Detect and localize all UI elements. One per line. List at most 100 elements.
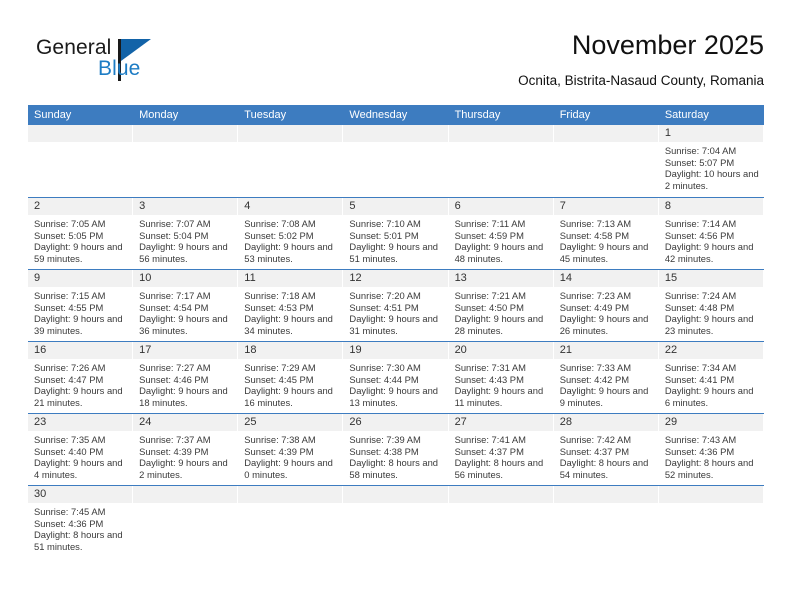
calendar-day-cell[interactable]: 11 Sunrise: 7:18 AM Sunset: 4:53 PM Dayligh… [238, 270, 344, 341]
daylight-duration: Daylight: 9 hours and 4 minutes. [34, 457, 123, 480]
day-sun-info: Sunrise: 7:30 AM Sunset: 4:44 PM Daylight:… [343, 359, 448, 412]
daylight-duration: Daylight: 9 hours and 11 minutes. [454, 385, 544, 408]
sunrise-time: Sunrise: 7:34 AM [664, 362, 737, 373]
day-sun-info: Sunrise: 7:17 AM Sunset: 4:54 PM Daylight:… [133, 287, 238, 340]
day-sun-info: Sunrise: 7:45 AM Sunset: 4:36 PM Daylight:… [28, 503, 133, 556]
calendar-day-cell[interactable]: 18 Sunrise: 7:29 AM Sunset: 4:45 PM Dayligh… [238, 342, 344, 413]
calendar-week-row: 1 Sunrise: 7:04 AM Sunset: 5:07 PM Daylight… [28, 125, 764, 197]
calendar-day-cell-empty [343, 125, 449, 197]
calendar-day-cell[interactable]: 15 Sunrise: 7:24 AM Sunset: 4:48 PM Dayligh… [658, 270, 764, 341]
day-sun-info: Sunrise: 7:04 AM Sunset: 5:07 PM Daylight:… [659, 142, 764, 195]
sunrise-time: Sunrise: 7:18 AM [244, 290, 316, 301]
day-sun-info: Sunrise: 7:31 AM Sunset: 4:43 PM Daylight:… [449, 359, 554, 412]
calendar-page: General Blue November 2025 Ocnita, Bistr… [0, 0, 792, 612]
sunset-time: Sunset: 4:55 PM [34, 301, 104, 313]
day-number: 20 [448, 342, 554, 359]
general-blue-logo[interactable]: General Blue [36, 36, 216, 92]
calendar-week-row: 23 Sunrise: 7:35 AM Sunset: 4:40 PM Dayligh… [28, 413, 764, 485]
day-sun-info: Sunrise: 7:24 AM Sunset: 4:48 PM Daylight:… [659, 287, 764, 340]
calendar-day-cell[interactable]: 23 Sunrise: 7:35 AM Sunset: 4:40 PM Dayligh… [28, 414, 134, 485]
calendar-day-cell[interactable]: 19 Sunrise: 7:30 AM Sunset: 4:44 PM Dayligh… [343, 342, 449, 413]
calendar-day-cell[interactable]: 22 Sunrise: 7:34 AM Sunset: 4:41 PM Dayligh… [658, 342, 764, 413]
day-number: 13 [448, 270, 554, 287]
sunrise-time: Sunrise: 7:04 AM [664, 145, 737, 156]
calendar-day-cell[interactable]: 20 Sunrise: 7:31 AM Sunset: 4:43 PM Dayligh… [448, 342, 554, 413]
sunrise-time: Sunrise: 7:38 AM [244, 434, 316, 445]
sunset-time: Sunset: 4:39 PM [139, 445, 209, 457]
calendar-day-cell[interactable]: 25 Sunrise: 7:38 AM Sunset: 4:39 PM Dayligh… [238, 414, 344, 485]
day-sun-info: Sunrise: 7:34 AM Sunset: 4:41 PM Daylight:… [659, 359, 764, 412]
logo-text-blue: Blue [98, 57, 141, 80]
daylight-duration: Daylight: 9 hours and 2 minutes. [139, 457, 228, 480]
calendar-day-cell[interactable]: 17 Sunrise: 7:27 AM Sunset: 4:46 PM Dayligh… [133, 342, 239, 413]
sunrise-time: Sunrise: 7:27 AM [139, 362, 211, 373]
calendar-day-cell[interactable]: 16 Sunrise: 7:26 AM Sunset: 4:47 PM Dayligh… [28, 342, 134, 413]
calendar-day-cell[interactable]: 24 Sunrise: 7:37 AM Sunset: 4:39 PM Dayligh… [133, 414, 239, 485]
calendar-day-cell[interactable]: 7 Sunrise: 7:13 AM Sunset: 4:58 PM Daylight… [553, 198, 659, 269]
sunset-time: Sunset: 4:58 PM [559, 229, 630, 241]
calendar-day-cell[interactable]: 8 Sunrise: 7:14 AM Sunset: 4:56 PM Daylight… [658, 198, 764, 269]
sunrise-time: Sunrise: 7:30 AM [349, 362, 421, 373]
calendar-day-cell[interactable]: 26 Sunrise: 7:39 AM Sunset: 4:38 PM Dayligh… [343, 414, 449, 485]
sunset-time: Sunset: 4:42 PM [559, 373, 630, 385]
sunset-time: Sunset: 4:59 PM [454, 229, 524, 241]
calendar-day-cell[interactable]: 12 Sunrise: 7:20 AM Sunset: 4:51 PM Dayligh… [343, 270, 449, 341]
day-number: 2 [28, 198, 134, 215]
day-number: 7 [553, 198, 659, 215]
sunrise-time: Sunrise: 7:35 AM [34, 434, 106, 445]
daylight-duration: Daylight: 8 hours and 52 minutes. [664, 457, 754, 480]
calendar-day-cell[interactable]: 13 Sunrise: 7:21 AM Sunset: 4:50 PM Dayligh… [448, 270, 554, 341]
sunset-time: Sunset: 4:37 PM [559, 445, 630, 457]
calendar-day-cell[interactable]: 5 Sunrise: 7:10 AM Sunset: 5:01 PM Daylight… [343, 198, 449, 269]
sunset-time: Sunset: 4:56 PM [664, 229, 735, 241]
calendar-day-cell[interactable]: 14 Sunrise: 7:23 AM Sunset: 4:49 PM Dayligh… [553, 270, 659, 341]
calendar-day-cell[interactable]: 6 Sunrise: 7:11 AM Sunset: 4:59 PM Daylight… [448, 198, 554, 269]
daylight-duration: Daylight: 10 hours and 2 minutes. [664, 168, 759, 191]
sunrise-time: Sunrise: 7:37 AM [139, 434, 211, 445]
calendar-day-cell[interactable]: 27 Sunrise: 7:41 AM Sunset: 4:37 PM Dayligh… [448, 414, 554, 485]
daylight-duration: Daylight: 8 hours and 51 minutes. [34, 529, 123, 552]
day-sun-info: Sunrise: 7:38 AM Sunset: 4:39 PM Daylight:… [238, 431, 343, 484]
calendar-day-cell[interactable]: 30 Sunrise: 7:45 AM Sunset: 4:36 PM Dayligh… [28, 486, 134, 565]
calendar-day-cell[interactable]: 28 Sunrise: 7:42 AM Sunset: 4:37 PM Dayligh… [553, 414, 659, 485]
sunset-time: Sunset: 4:40 PM [34, 445, 104, 457]
day-number [28, 125, 134, 142]
sunrise-time: Sunrise: 7:21 AM [454, 290, 526, 301]
daylight-duration: Daylight: 9 hours and 31 minutes. [349, 313, 439, 336]
day-number: 17 [133, 342, 239, 359]
sunrise-time: Sunrise: 7:15 AM [34, 290, 106, 301]
sunrise-time: Sunrise: 7:39 AM [349, 434, 421, 445]
day-number [238, 125, 344, 142]
day-sun-info: Sunrise: 7:41 AM Sunset: 4:37 PM Daylight:… [449, 431, 554, 484]
daylight-duration: Daylight: 8 hours and 58 minutes. [349, 457, 439, 480]
weekday-header-monday: Monday [139, 109, 179, 121]
day-sun-info: Sunrise: 7:10 AM Sunset: 5:01 PM Daylight:… [343, 215, 448, 268]
sunrise-time: Sunrise: 7:07 AM [139, 218, 211, 229]
calendar-day-cell[interactable]: 10 Sunrise: 7:17 AM Sunset: 4:54 PM Dayligh… [133, 270, 239, 341]
day-number: 18 [238, 342, 344, 359]
calendar-day-cell[interactable]: 2 Sunrise: 7:05 AM Sunset: 5:05 PM Daylight… [28, 198, 134, 269]
calendar-day-cell-empty [448, 125, 554, 197]
calendar-day-cell[interactable]: 9 Sunrise: 7:15 AM Sunset: 4:55 PM Daylight… [28, 270, 134, 341]
sunset-time: Sunset: 4:49 PM [559, 301, 630, 313]
sunset-time: Sunset: 4:53 PM [244, 301, 314, 313]
sunset-time: Sunset: 4:47 PM [34, 373, 104, 385]
calendar-day-cell[interactable]: 21 Sunrise: 7:33 AM Sunset: 4:42 PM Dayligh… [553, 342, 659, 413]
day-number: 12 [343, 270, 449, 287]
calendar-day-cell[interactable]: 1 Sunrise: 7:04 AM Sunset: 5:07 PM Daylight… [658, 125, 764, 197]
calendar-day-cell[interactable]: 29 Sunrise: 7:43 AM Sunset: 4:36 PM Dayligh… [658, 414, 764, 485]
sunset-time: Sunset: 4:51 PM [349, 301, 419, 313]
day-sun-info: Sunrise: 7:35 AM Sunset: 4:40 PM Daylight:… [28, 431, 133, 484]
calendar-day-cell[interactable]: 3 Sunrise: 7:07 AM Sunset: 5:04 PM Daylight… [133, 198, 239, 269]
sunset-time: Sunset: 4:38 PM [349, 445, 419, 457]
sunset-time: Sunset: 4:48 PM [664, 301, 735, 313]
daylight-duration: Daylight: 9 hours and 23 minutes. [664, 313, 754, 336]
sunrise-time: Sunrise: 7:42 AM [559, 434, 632, 445]
day-number: 1 [658, 125, 764, 142]
day-number: 5 [343, 198, 449, 215]
day-number [343, 125, 449, 142]
calendar-day-cell[interactable]: 4 Sunrise: 7:08 AM Sunset: 5:02 PM Daylight… [238, 198, 344, 269]
sunrise-time: Sunrise: 7:45 AM [34, 506, 106, 517]
day-number: 19 [343, 342, 449, 359]
calendar-day-cell-empty [658, 486, 764, 565]
